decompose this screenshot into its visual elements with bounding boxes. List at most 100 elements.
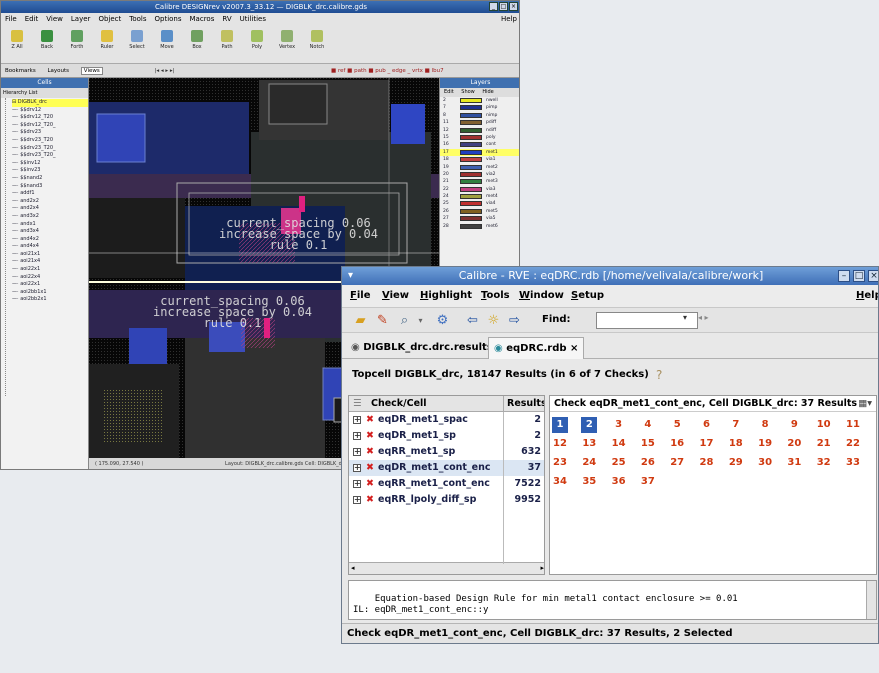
tab-drc-results[interactable]: ◉ DIGBLK_drc.drc.results — [346, 337, 498, 359]
expand-icon[interactable]: + — [353, 464, 361, 472]
result-number[interactable]: 21 — [816, 436, 832, 452]
layer-row[interactable]: 27 via5 — [440, 215, 519, 222]
result-number[interactable]: 1 — [552, 417, 568, 433]
zoom-dropdown-icon[interactable]: ▾ — [412, 312, 429, 329]
result-number[interactable]: 18 — [728, 436, 744, 452]
cell-tree-item[interactable]: —· $$drv23_T20_ — [12, 145, 88, 153]
layer-row[interactable]: 22 via3 — [440, 186, 519, 193]
window-menu-icon[interactable]: ▾ — [348, 267, 353, 285]
result-number[interactable]: 10 — [816, 417, 832, 433]
expand-icon[interactable]: + — [353, 480, 361, 488]
result-number[interactable]: 32 — [816, 455, 832, 471]
menu-tools[interactable]: Tools — [481, 285, 510, 307]
tab-eqdrc-rdb[interactable]: ◉ eqDRC.rdb × — [488, 337, 585, 359]
designrev-menu-item[interactable]: Layer — [71, 15, 91, 23]
cell-tree-item[interactable]: —· $$drv12 — [12, 107, 88, 115]
minimize-icon[interactable]: – — [838, 270, 850, 282]
settings-gear-icon[interactable]: ⚙ — [434, 312, 451, 329]
designrev-menu-item[interactable]: Options — [155, 15, 182, 23]
open-folder-icon[interactable]: ▰ — [352, 312, 369, 329]
find-dropdown-icon[interactable]: ▾ — [683, 313, 687, 322]
result-number[interactable]: 23 — [552, 455, 568, 471]
result-number[interactable]: 36 — [611, 474, 627, 490]
views-dropdown[interactable]: Views — [80, 67, 103, 75]
result-number[interactable]: 4 — [640, 417, 656, 433]
result-number[interactable]: 20 — [786, 436, 802, 452]
result-number[interactable]: 37 — [640, 474, 656, 490]
result-number[interactable]: 2 — [581, 417, 598, 433]
designrev-menu-item[interactable]: View — [46, 15, 63, 23]
menu-window[interactable]: Window — [519, 285, 564, 307]
layer-row[interactable]: 18 via1 — [440, 156, 519, 163]
layer-row[interactable]: 24 met4 — [440, 193, 519, 200]
designrev-tool-button[interactable]: Move — [157, 28, 177, 62]
designrev-menu-item[interactable]: Utilities — [240, 15, 266, 23]
designrev-menu-item[interactable]: Tools — [129, 15, 146, 23]
result-number[interactable]: 11 — [845, 417, 861, 433]
layer-filters[interactable]: ■ ref ■ path ■ pub _ edge _ vrtx ■ lbu7 — [331, 64, 444, 78]
cell-tree-item[interactable]: —· $$drv23_T20_ — [12, 152, 88, 160]
result-number[interactable]: 3 — [611, 417, 627, 433]
cell-tree-item[interactable]: —· and2x2 — [12, 198, 88, 206]
check-row[interactable]: + ✖ eqRR_lpoly_diff_sp 9952 — [349, 492, 544, 508]
horizontal-scrollbar[interactable]: ◂ ▸ — [349, 562, 544, 574]
layer-row[interactable]: 19 met2 — [440, 164, 519, 171]
cell-tree-item[interactable]: —· $$inv12 — [12, 160, 88, 168]
designrev-menu-item[interactable]: Macros — [190, 15, 215, 23]
cells-tabs[interactable]: Hierarchy List — [1, 88, 88, 98]
cell-tree-item[interactable]: —· $$inv23 — [12, 167, 88, 175]
grid-view-icon[interactable]: ▦▾ — [858, 396, 872, 412]
designrev-tool-button[interactable]: Path — [217, 28, 237, 62]
designrev-tool-button[interactable]: Vertex — [277, 28, 297, 62]
layouts-button[interactable]: Layouts — [47, 68, 69, 74]
layer-row[interactable]: 26 met5 — [440, 208, 519, 215]
cell-tree-item[interactable]: —· and3x2 — [12, 213, 88, 221]
cell-tree-item[interactable]: —· $$nand2 — [12, 175, 88, 183]
cell-tree-item[interactable]: —· $$nand3 — [12, 183, 88, 191]
result-number[interactable]: 13 — [581, 436, 597, 452]
scroll-left-icon[interactable]: ◂ — [351, 564, 355, 572]
designrev-menu-item[interactable]: RV — [222, 15, 231, 23]
result-number[interactable]: 28 — [699, 455, 715, 471]
result-number[interactable]: 12 — [552, 436, 568, 452]
result-number[interactable]: 19 — [757, 436, 773, 452]
scroll-right-icon[interactable]: ▸ — [540, 564, 544, 572]
designrev-tool-button[interactable]: Notch — [307, 28, 327, 62]
result-number[interactable]: 17 — [699, 436, 715, 452]
layer-row[interactable]: 8 nimp — [440, 112, 519, 119]
result-number[interactable]: 34 — [552, 474, 568, 490]
close-icon[interactable]: × — [868, 270, 878, 282]
result-number[interactable]: 22 — [845, 436, 861, 452]
cell-tree-item[interactable]: —· and3x4 — [12, 228, 88, 236]
expand-icon[interactable]: + — [353, 432, 361, 440]
cell-tree-item[interactable]: —· aoi22x4 — [12, 274, 88, 282]
result-number[interactable]: 7 — [728, 417, 744, 433]
cell-tree-item[interactable]: —· aoi21x4 — [12, 258, 88, 266]
result-number[interactable]: 16 — [669, 436, 685, 452]
vertical-scrollbar[interactable] — [866, 581, 876, 619]
cell-tree-item[interactable]: —· and4x4 — [12, 243, 88, 251]
cell-tree-item[interactable]: —· aoi21x1 — [12, 251, 88, 259]
maximize-icon[interactable]: □ — [853, 270, 865, 282]
back-arrow-icon[interactable]: ⇦ — [464, 312, 481, 329]
cell-tree-item[interactable]: —· aoi22x1 — [12, 281, 88, 289]
result-number[interactable]: 15 — [640, 436, 656, 452]
cell-tree-item[interactable]: —· $$drv12_T20_ — [12, 122, 88, 130]
result-number[interactable]: 29 — [728, 455, 744, 471]
layer-row[interactable]: 16 cont — [440, 141, 519, 148]
designrev-tool-button[interactable]: Back — [37, 28, 57, 62]
highlight-sun-icon[interactable]: ☼ — [485, 312, 502, 329]
check-row[interactable]: + ✖ eqDR_met1_spac 2 — [349, 412, 544, 428]
result-number[interactable]: 26 — [640, 455, 656, 471]
cell-tree-item[interactable]: ⊟ DIGBLK_drc — [12, 99, 88, 107]
layer-row[interactable]: 20 via2 — [440, 171, 519, 178]
menu-view[interactable]: View — [382, 285, 409, 307]
result-number[interactable]: 30 — [757, 455, 773, 471]
result-number[interactable]: 8 — [757, 417, 773, 433]
cell-tree-item[interactable]: —· aoi22x1 — [12, 266, 88, 274]
result-number[interactable]: 35 — [581, 474, 597, 490]
cell-tree-item[interactable]: —· $$drv12_T20 — [12, 114, 88, 122]
menu-highlight[interactable]: Highlight — [420, 285, 472, 307]
cell-tree-item[interactable]: —· and4x2 — [12, 236, 88, 244]
cell-tree-item[interactable]: —· $$drv23 — [12, 129, 88, 137]
